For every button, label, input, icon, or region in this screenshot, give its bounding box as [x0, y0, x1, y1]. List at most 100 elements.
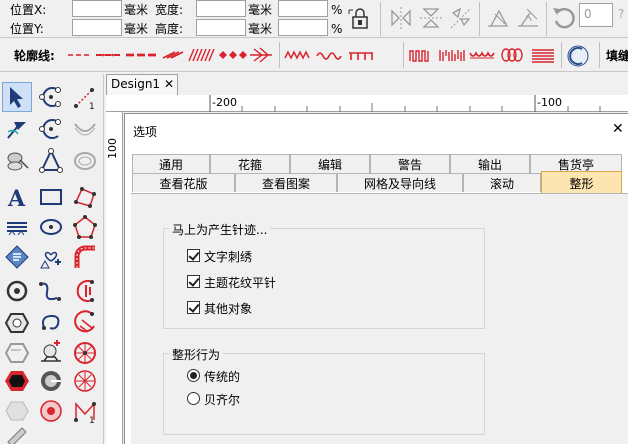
document-tab[interactable]: Design1 ✕ — [106, 74, 178, 95]
stem-stitch-icon[interactable] — [162, 51, 184, 59]
bean-stitch-icon[interactable] — [219, 51, 247, 59]
star-digitize-icon[interactable] — [36, 146, 66, 176]
tab-view-design[interactable]: 查看花版 — [132, 173, 235, 192]
width-percent-field[interactable] — [278, 0, 328, 17]
group-title: 整形行为 — [169, 346, 224, 363]
tab-label: 网格及导向线 — [363, 176, 436, 191]
rotate-icon[interactable] — [550, 4, 578, 32]
rotate-shape-icon[interactable] — [515, 5, 541, 31]
motif-circle-icon[interactable] — [36, 396, 66, 426]
ring-outline-icon[interactable] — [70, 146, 100, 176]
tab-view-artwork[interactable]: 查看图案 — [235, 173, 337, 192]
width-label: 宽度: — [155, 3, 184, 17]
tab-label: 花箍 — [237, 157, 262, 172]
zigzag-contour-icon[interactable] — [284, 50, 310, 60]
reshape-arrow-icon[interactable] — [2, 114, 32, 144]
vertical-ruler: 100 — [106, 112, 123, 444]
unit-label: 毫米 — [124, 22, 149, 36]
freehand-icon[interactable] — [36, 276, 66, 306]
backtrack-stitch-icon[interactable] — [96, 53, 120, 57]
monogram-icon[interactable] — [2, 212, 32, 242]
motif-run-checkbox[interactable] — [187, 275, 200, 288]
line-digitize-icon[interactable]: 1 — [70, 82, 100, 112]
tab-label: 查看花版 — [159, 176, 208, 191]
shapes-icon[interactable] — [36, 242, 66, 272]
rotate-angle-field[interactable]: 0 — [579, 3, 613, 27]
tab-output[interactable]: 输出 — [450, 154, 530, 173]
crenel-contour-icon[interactable] — [409, 50, 429, 62]
group-title: 马上为产生针迹... — [169, 221, 271, 238]
tab-grids-guides[interactable]: 网格及导向线 — [337, 173, 463, 192]
turning-fill-icon[interactable] — [70, 308, 100, 338]
unit-label: 毫米 — [248, 3, 273, 17]
hexagon-outline-icon[interactable] — [2, 308, 32, 338]
bezier-radio[interactable] — [187, 392, 200, 405]
star-fill-icon[interactable] — [70, 366, 100, 396]
column-contour-icon[interactable] — [532, 49, 554, 63]
blanket-contour-icon[interactable] — [349, 52, 373, 60]
percent-label: % — [331, 3, 343, 17]
pencil-icon[interactable] — [2, 422, 32, 444]
spiral-icon[interactable] — [36, 308, 66, 338]
checkbox-label: 主题花纹平针 — [204, 276, 277, 290]
appliqué-icon[interactable] — [36, 338, 66, 368]
pos-x-field[interactable] — [72, 0, 122, 17]
ellipse-icon[interactable] — [36, 212, 66, 242]
circle-outline-icon[interactable] — [2, 276, 32, 306]
tab-label: 整形 — [569, 176, 594, 191]
tab-scroll[interactable]: 滚动 — [463, 173, 541, 192]
curve-outline-icon[interactable] — [70, 114, 100, 144]
close-icon[interactable]: ✕ — [612, 121, 624, 137]
contour-styles-group-1 — [68, 47, 272, 63]
pos-y-label: 位置Y: — [10, 22, 44, 36]
help-icon[interactable]: ? — [618, 7, 624, 21]
satin-contour-icon[interactable] — [188, 48, 215, 62]
radio-label: 传统的 — [204, 370, 241, 384]
height-field[interactable] — [196, 19, 246, 36]
tab-edit[interactable]: 编辑 — [290, 154, 370, 173]
hexagon-red-icon[interactable] — [2, 366, 32, 396]
tab-hoop[interactable]: 花箍 — [210, 154, 290, 173]
mirror-horizontal-icon[interactable] — [388, 5, 414, 31]
knife-icon[interactable] — [2, 146, 32, 176]
feather-stitch-icon[interactable] — [250, 47, 272, 63]
other-objects-checkbox[interactable] — [187, 301, 200, 314]
team-names-icon[interactable] — [2, 242, 32, 272]
close-icon[interactable]: ✕ — [164, 77, 174, 91]
traditional-radio[interactable] — [187, 369, 200, 382]
mirror-diagonal-icon[interactable] — [448, 5, 474, 31]
manual-stitch-icon[interactable]: 1 — [70, 396, 100, 426]
height-label: 高度: — [155, 22, 184, 36]
pos-y-field[interactable] — [72, 19, 122, 36]
arc-digitize-icon[interactable] — [36, 114, 66, 144]
height-percent-field[interactable] — [278, 19, 328, 36]
column-digitize-icon[interactable] — [70, 242, 100, 272]
fill-label: 填缝 — [606, 49, 628, 63]
cutwork-icon[interactable] — [36, 366, 66, 396]
fill-digitize-icon[interactable] — [70, 276, 100, 306]
circle-digitize-icon[interactable] — [36, 82, 66, 112]
radial-fill-icon[interactable] — [70, 338, 100, 368]
select-arrow-icon[interactable] — [2, 82, 32, 112]
ripple-contour-icon[interactable] — [469, 51, 495, 59]
coordinate-toolbar: 位置X: 位置Y: 毫米 毫米 宽度: 高度: 毫米 毫米 % % 0 ? — [0, 0, 628, 38]
contour-direction-icon[interactable] — [565, 43, 591, 69]
lock-proportion-icon[interactable] — [346, 6, 372, 32]
rectangle-icon[interactable] — [36, 182, 66, 212]
embroidery-text-checkbox[interactable] — [187, 249, 200, 262]
tab-reshape[interactable]: 整形 — [541, 171, 622, 194]
loop-contour-icon[interactable] — [501, 48, 523, 62]
mirror-vertical-icon[interactable] — [418, 5, 444, 31]
pentagon-digitize-icon[interactable] — [70, 212, 100, 242]
text-lettering-icon[interactable]: A — [2, 182, 32, 212]
unit-label: 毫米 — [248, 22, 273, 36]
wave-contour-icon[interactable] — [316, 52, 342, 60]
dashed-satin-icon[interactable] — [439, 50, 465, 61]
skew-icon[interactable] — [485, 5, 511, 31]
tab-warnings[interactable]: 警告 — [370, 154, 450, 173]
tab-general[interactable]: 通用 — [132, 154, 210, 173]
ruler-mark: -100 — [537, 96, 562, 109]
width-field[interactable] — [196, 0, 246, 17]
polygon-digitize-icon[interactable] — [70, 182, 100, 212]
hexagon-light-icon[interactable] — [2, 338, 32, 368]
